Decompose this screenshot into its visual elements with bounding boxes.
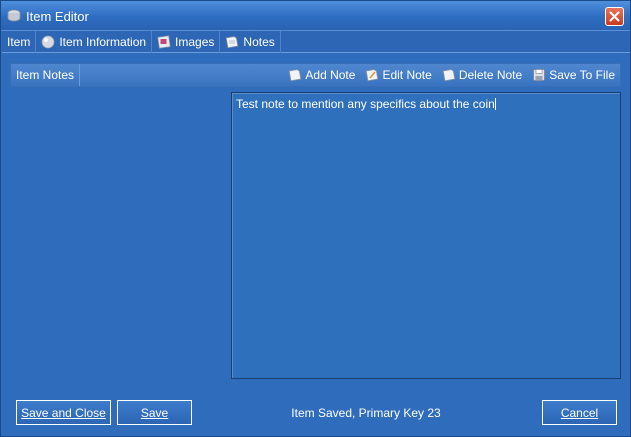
notes-toolbar-label: Item Notes — [11, 64, 81, 86]
close-icon — [609, 11, 620, 22]
save-to-file-label: Save To File — [549, 68, 615, 82]
add-note-button[interactable]: Add Note — [283, 64, 360, 86]
window-title: Item Editor — [26, 9, 89, 24]
status-message: Item Saved, Primary Key 23 — [291, 406, 441, 420]
delete-note-button[interactable]: Delete Note — [437, 64, 527, 86]
note-add-icon — [289, 69, 302, 82]
note-edit-icon — [366, 69, 379, 82]
delete-note-label: Delete Note — [458, 68, 523, 82]
tab-item[interactable]: Item — [2, 31, 37, 53]
tab-item-information[interactable]: Item Information — [36, 31, 153, 53]
tab-label: Images — [175, 35, 215, 49]
text-caret — [494, 98, 496, 110]
tab-notes[interactable]: Notes — [220, 31, 281, 53]
tab-images[interactable]: Images — [152, 31, 221, 53]
info-disc-icon — [41, 35, 55, 49]
tab-label: Notes — [243, 35, 275, 49]
tab-bar: Item Item Information Images Notes — [2, 31, 630, 53]
save-button[interactable]: Save — [117, 400, 192, 425]
edit-note-button[interactable]: Edit Note — [360, 64, 436, 86]
coins-icon — [7, 9, 21, 22]
cancel-button[interactable]: Cancel — [542, 400, 617, 425]
tab-label: Item — [7, 35, 31, 49]
image-icon — [157, 35, 171, 49]
save-and-close-button[interactable]: Save and Close — [16, 400, 111, 425]
note-delete-icon — [442, 69, 456, 82]
note-icon — [226, 36, 239, 49]
notes-toolbar: Item Notes Add Note Edit Note Delete Not… — [10, 63, 621, 87]
tab-label: Item Information — [59, 35, 147, 49]
floppy-disk-icon — [533, 69, 546, 81]
note-text-area[interactable]: Test note to mention any specifics about… — [231, 92, 621, 379]
notes-toolbar-actions: Add Note Edit Note Delete Note Save To F… — [283, 64, 620, 86]
save-to-file-button[interactable]: Save To File — [527, 64, 620, 86]
close-button[interactable] — [605, 7, 624, 26]
add-note-label: Add Note — [305, 68, 356, 82]
item-editor-window: Item Editor Item Item Information Images — [0, 0, 631, 437]
note-text: Test note to mention any specifics about… — [236, 97, 495, 111]
title-bar[interactable]: Item Editor — [1, 1, 630, 31]
edit-note-label: Edit Note — [382, 68, 432, 82]
